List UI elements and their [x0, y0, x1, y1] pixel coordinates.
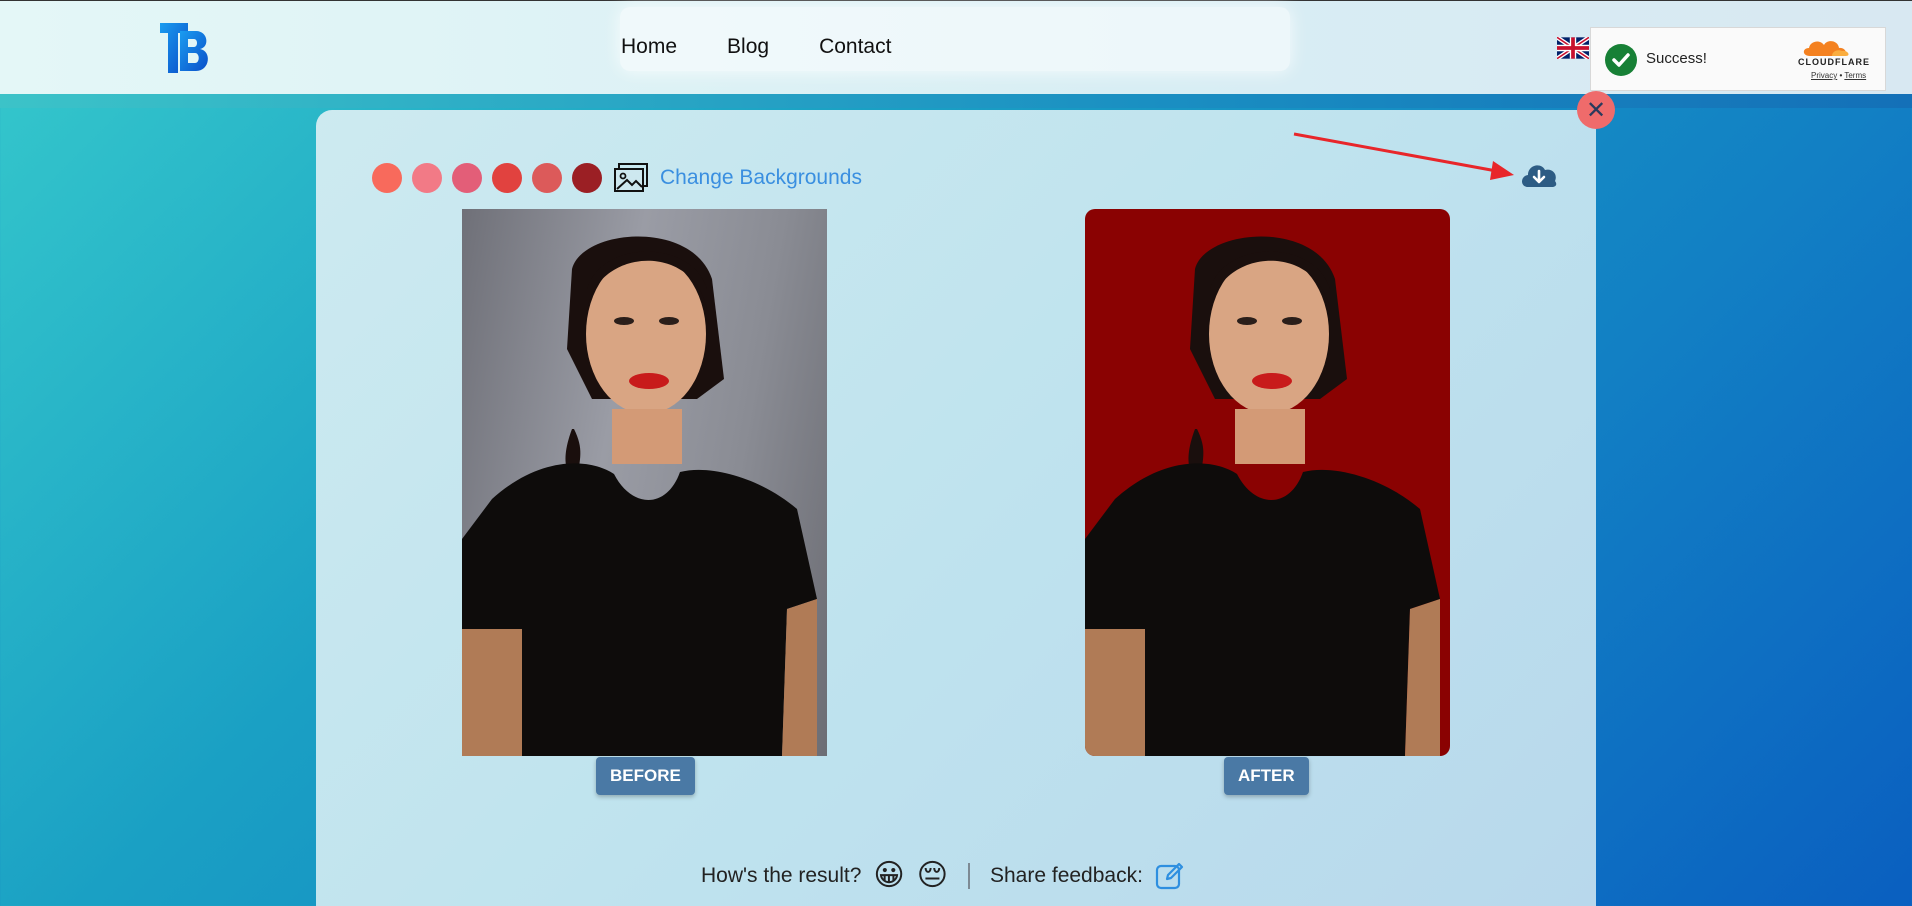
cloudflare-widget: Success! CLOUDFLARE Privacy • Terms: [1590, 27, 1886, 91]
swatch-color[interactable]: [452, 163, 482, 193]
happy-emoji-button[interactable]: 😀: [873, 858, 904, 893]
before-image: [462, 209, 827, 756]
link-separator: •: [1839, 71, 1843, 80]
cloudflare-links: Privacy • Terms: [1811, 71, 1866, 80]
feedback-divider: [967, 862, 970, 889]
terms-link[interactable]: Terms: [1844, 71, 1866, 80]
portrait-after: [1085, 236, 1440, 756]
pointer-arrow: [1293, 132, 1514, 180]
nav-contact[interactable]: Contact: [819, 35, 891, 59]
swatch-color[interactable]: [532, 163, 562, 193]
after-image: [1085, 209, 1450, 756]
captcha-status: Success!: [1646, 50, 1707, 67]
share-feedback-label: Share feedback:: [989, 863, 1143, 887]
before-label: BEFORE: [596, 757, 695, 795]
nav-blog[interactable]: Blog: [727, 35, 769, 59]
swatch-color[interactable]: [412, 163, 442, 193]
image-gallery-icon[interactable]: [613, 162, 649, 194]
after-label: AFTER: [1224, 757, 1309, 795]
site-logo[interactable]: [158, 21, 212, 75]
change-backgrounds-link[interactable]: Change Backgrounds: [660, 166, 862, 190]
nav-home[interactable]: Home: [621, 35, 677, 59]
swatch-color[interactable]: [372, 163, 402, 193]
cloudflare-cloud-icon: [1803, 41, 1849, 56]
feedback-bar: How's the result? 😀 😔 Share feedback:: [701, 858, 1185, 893]
color-swatches: [372, 163, 602, 193]
swatch-color[interactable]: [492, 163, 522, 193]
privacy-link[interactable]: Privacy: [1811, 71, 1837, 80]
top-navbar: Home Blog Contact Success! CLOUDFLARE Pr…: [0, 0, 1912, 94]
uk-flag-icon[interactable]: [1557, 37, 1589, 59]
feedback-question: How's the result?: [701, 863, 862, 887]
edit-feedback-icon[interactable]: [1155, 861, 1185, 891]
main-nav: Home Blog Contact: [621, 35, 891, 59]
portrait-before: [462, 236, 817, 756]
close-button[interactable]: ✕: [1577, 91, 1615, 129]
cloudflare-brand: CLOUDFLARE: [1798, 57, 1870, 67]
header-divider: [0, 94, 1912, 108]
cloud-download-icon[interactable]: [1519, 160, 1559, 190]
success-check-icon: [1605, 44, 1637, 76]
sad-emoji-button[interactable]: 😔: [917, 858, 948, 893]
swatch-color[interactable]: [572, 163, 602, 193]
